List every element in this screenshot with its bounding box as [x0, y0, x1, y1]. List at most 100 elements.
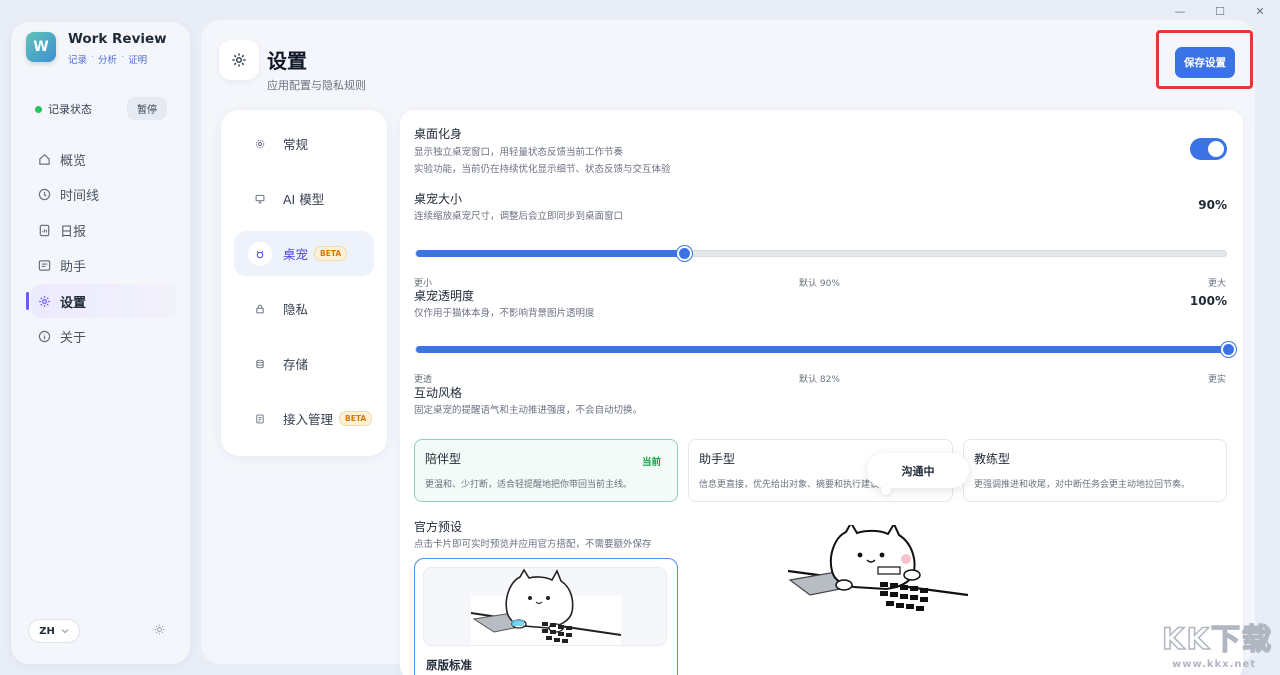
theme-toggle-sun-icon[interactable]: [154, 624, 165, 638]
home-icon: [37, 152, 51, 166]
presets-desc: 点击卡片即可实时预览并应用官方搭配，不需要额外保存: [414, 539, 652, 550]
opacity-default-label: 默认 82%: [799, 375, 840, 385]
lock-icon: [248, 297, 272, 321]
beta-badge: BETA: [314, 246, 348, 261]
nav-label: 时间线: [60, 189, 100, 205]
subnav-item-storage[interactable]: 存储: [234, 341, 374, 386]
plug-icon: [248, 407, 272, 431]
subnav-label: 隐私: [283, 302, 309, 317]
sidebar: W Work Review 记录 · 分析 · 证明 记录状态 暂停 概览 时间线 …: [11, 22, 190, 664]
slider-fill: [416, 250, 684, 257]
subnav-item-ai-model[interactable]: AI 模型: [234, 176, 374, 221]
card-desc: 更温和、少打断，适合轻提醒地把你带回当前主线。: [425, 480, 633, 490]
info-icon: [37, 330, 51, 344]
preset-card-original[interactable]: 原版标准: [414, 558, 678, 675]
highlight-box: 保存设置: [1156, 30, 1253, 89]
card-title: 教练型: [974, 452, 1011, 466]
size-slider[interactable]: [415, 246, 1227, 261]
slider-fill: [416, 346, 1228, 353]
record-status: 记录状态: [35, 101, 92, 117]
settings-panel: 设置 应用配置与隐私规则 保存设置 常规 AI 模型 桌宠 BETA 隐私 存储…: [201, 20, 1255, 675]
language-value: ZH: [39, 625, 55, 637]
size-default-label: 默认 90%: [799, 279, 840, 289]
opacity-max-label: 更实: [1208, 375, 1227, 385]
app-title: Work Review: [68, 31, 167, 47]
avatar-desc: 显示独立桌宠窗口，用轻量状态反馈当前工作节奏: [414, 147, 624, 158]
avatar-title: 桌面化身: [414, 127, 463, 141]
style-desc: 固定桌宠的提醒语气和主动推进强度，不会自动切换。: [414, 405, 643, 416]
status-label: 记录状态: [48, 103, 92, 116]
opacity-desc: 仅作用于猫体本身，不影响背景图片透明度: [414, 308, 595, 319]
gear-icon: [219, 40, 259, 80]
monitor-icon: [248, 187, 272, 211]
nav-label: 日报: [60, 224, 87, 240]
opacity-slider[interactable]: [415, 342, 1236, 357]
language-select[interactable]: ZH: [28, 619, 80, 643]
desktop-pet-preview: [787, 521, 980, 633]
pet-speech-bubble: 沟通中: [867, 453, 969, 495]
settings-subnav: 常规 AI 模型 桌宠 BETA 隐私 存储 接入管理 BETA: [221, 110, 387, 456]
card-title: 陪伴型: [425, 452, 462, 466]
opacity-value: 100%: [1189, 294, 1227, 308]
nav-item-about[interactable]: 关于: [31, 320, 177, 354]
database-icon: [248, 352, 272, 376]
preset-name: 原版标准: [426, 658, 472, 672]
size-title: 桌宠大小: [414, 192, 463, 206]
style-card-companion[interactable]: 陪伴型 更温和、少打断，适合轻提醒地把你带回当前主线。 当前: [414, 439, 678, 502]
nav-item-timeline[interactable]: 时间线: [31, 178, 177, 212]
chevron-down-icon: [61, 626, 69, 637]
subnav-label: AI 模型: [283, 192, 325, 207]
status-dot-icon: [35, 105, 42, 113]
size-value: 90%: [1198, 198, 1227, 212]
app-tagline: 记录 · 分析 · 证明: [68, 52, 148, 66]
pet-icon: [248, 241, 272, 266]
nav-label: 关于: [60, 331, 87, 347]
pause-button[interactable]: 暂停: [127, 97, 167, 120]
assistant-icon: [37, 259, 51, 273]
card-desc: 更强调推进和收尾，对中断任务会更主动地拉回节奏。: [974, 480, 1191, 490]
nav-item-assistant[interactable]: 助手: [31, 249, 177, 283]
tagline-word: 证明: [128, 55, 148, 66]
clock-icon: [37, 188, 51, 202]
subnav-label: 桌宠: [283, 247, 309, 262]
window-controls: — ☐ ✕: [1160, 0, 1280, 22]
beta-badge: BETA: [339, 411, 373, 426]
current-badge: 当前: [641, 457, 661, 468]
save-settings-button[interactable]: 保存设置: [1175, 47, 1235, 78]
style-card-coach[interactable]: 教练型 更强调推进和收尾，对中断任务会更主动地拉回节奏。: [963, 439, 1227, 502]
subnav-label: 常规: [283, 137, 309, 152]
pet-settings-content: 桌面化身 显示独立桌宠窗口，用轻量状态反馈当前工作节奏 实验功能，当前仍在持续优…: [400, 110, 1243, 675]
subnav-item-desktop-pet[interactable]: 桌宠 BETA: [234, 231, 374, 276]
slider-handle[interactable]: [677, 246, 692, 261]
preset-preview-image: [423, 567, 667, 646]
report-icon: [37, 223, 51, 237]
close-button[interactable]: ✕: [1240, 0, 1280, 22]
nav-label: 助手: [60, 260, 87, 276]
nav-item-daily-report[interactable]: 日报: [31, 213, 177, 247]
nav-label: 概览: [60, 153, 87, 169]
style-title: 互动风格: [414, 386, 463, 400]
subnav-item-privacy[interactable]: 隐私: [234, 286, 374, 331]
app-logo: W: [26, 32, 56, 62]
minimize-button[interactable]: —: [1160, 0, 1200, 22]
slider-handle[interactable]: [1221, 342, 1236, 357]
main-nav: 概览 时间线 日报 助手 设置 关于: [26, 142, 177, 356]
watermark-logo: KK下载: [1161, 621, 1273, 657]
gear-icon: [248, 132, 272, 156]
page-subtitle: 应用配置与隐私规则: [267, 79, 366, 92]
nav-label: 设置: [60, 295, 87, 311]
nav-item-settings[interactable]: 设置: [26, 284, 177, 319]
subnav-label: 存储: [283, 357, 309, 372]
opacity-title: 桌宠透明度: [414, 289, 475, 303]
nav-item-overview[interactable]: 概览: [31, 142, 177, 176]
size-desc: 连续缩放桌宠尺寸，调整后会立即同步到桌面窗口: [414, 211, 624, 222]
subnav-label: 接入管理: [283, 412, 334, 427]
subnav-item-integrations[interactable]: 接入管理 BETA: [234, 396, 374, 441]
subnav-item-general[interactable]: 常规: [234, 121, 374, 166]
tagline-word: 记录: [68, 55, 88, 66]
avatar-toggle[interactable]: [1190, 138, 1227, 160]
page-title: 设置: [267, 49, 307, 73]
gear-icon: [37, 294, 51, 308]
presets-title: 官方预设: [414, 520, 463, 534]
maximize-button[interactable]: ☐: [1200, 0, 1240, 22]
